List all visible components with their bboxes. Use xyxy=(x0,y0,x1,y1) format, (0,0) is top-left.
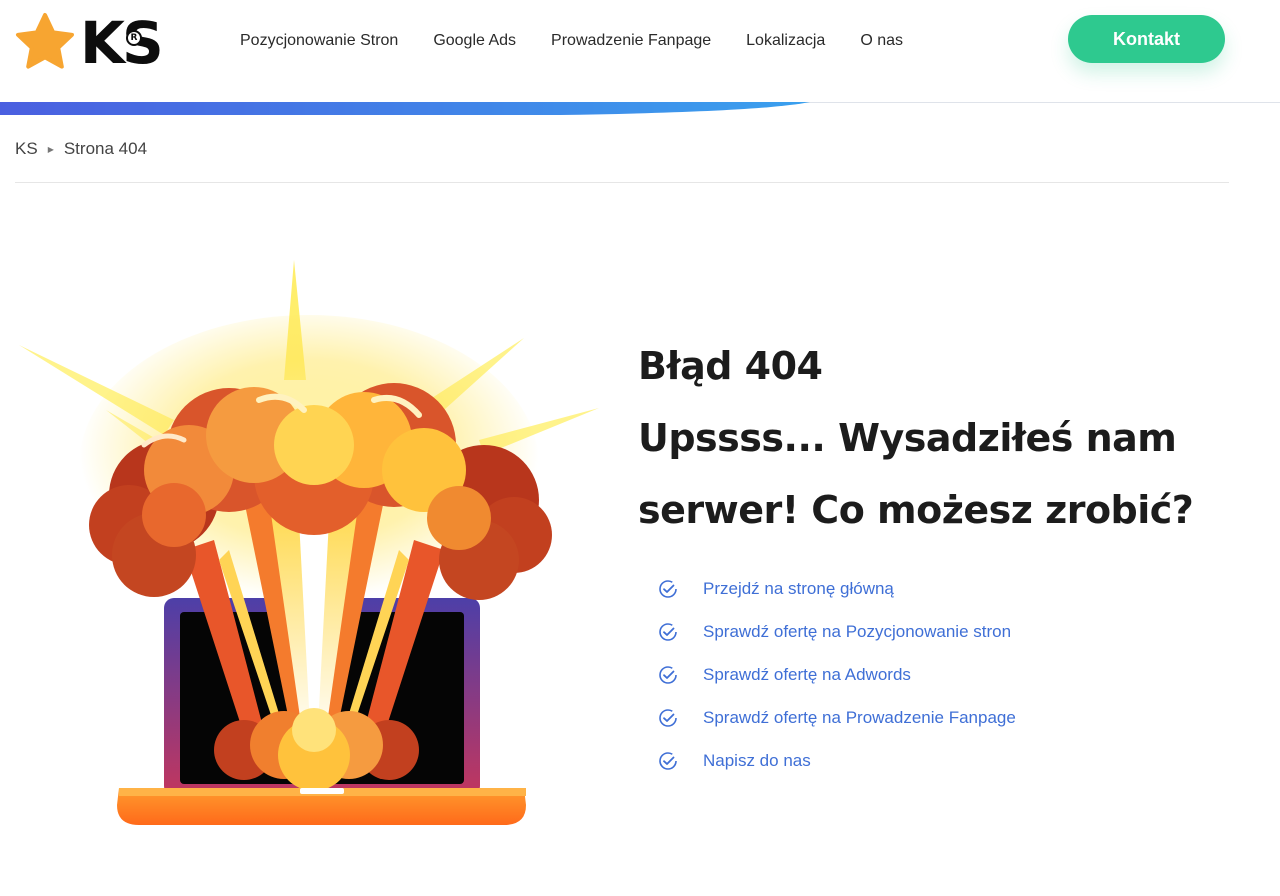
check-circle-icon xyxy=(659,666,677,684)
triangle-right-icon: ▶ xyxy=(47,144,54,154)
link-fanpage[interactable]: Sprawdź ofertę na Prowadzenie Fanpage xyxy=(703,708,1016,728)
breadcrumb-home[interactable]: KS xyxy=(15,139,38,159)
link-home[interactable]: Przejdź na stronę główną xyxy=(703,579,894,599)
list-item: Przejdź na stronę główną xyxy=(658,568,1258,611)
error-message-line1: Upssss... Wysadziłeś nam xyxy=(638,416,1177,460)
logo-link[interactable]: KS R xyxy=(14,12,194,74)
check-circle-icon xyxy=(659,623,677,641)
error-code: Błąd 404 xyxy=(638,344,823,388)
link-pozycjonowanie[interactable]: Sprawdź ofertę na Pozycjonowanie stron xyxy=(703,622,1011,642)
check-circle-icon xyxy=(659,580,677,599)
error-title: Błąd 404 Upssss... Wysadziłeś nam serwer… xyxy=(638,330,1258,546)
main-nav: Pozycjonowanie Stron Google Ads Prowadze… xyxy=(240,28,938,54)
breadcrumb: KS ▶ Strona 404 xyxy=(15,138,147,160)
check-circle-icon xyxy=(659,751,677,770)
nav-item-o-nas[interactable]: O nas xyxy=(860,32,903,50)
list-item: Sprawdź ofertę na Prowadzenie Fanpage xyxy=(658,696,1258,739)
suggestion-list: Przejdź na stronę główną Sprawdź ofertę … xyxy=(658,568,1258,782)
list-item: Sprawdź ofertę na Pozycjonowanie stron xyxy=(658,611,1258,654)
link-adwords[interactable]: Sprawdź ofertę na Adwords xyxy=(703,665,911,685)
list-item: Napisz do nas xyxy=(658,739,1258,782)
laptop-base xyxy=(117,788,526,825)
header-gradient-bar xyxy=(0,102,1280,115)
nav-item-pozycjonowanie[interactable]: Pozycjonowanie Stron xyxy=(240,32,398,50)
site-header: KS R Pozycjonowanie Stron Google Ads Pro… xyxy=(0,0,1280,115)
logo-text: KS R xyxy=(80,9,164,77)
breadcrumb-current: Strona 404 xyxy=(63,139,148,158)
error-content: Błąd 404 Upssss... Wysadziłeś nam serwer… xyxy=(638,330,1258,782)
nav-item-lokalizacja[interactable]: Lokalizacja xyxy=(746,32,825,50)
star-icon xyxy=(16,13,74,69)
contact-button[interactable]: Kontakt xyxy=(1068,15,1225,63)
error-message-line2: serwer! Co możesz zrobić? xyxy=(638,488,1194,532)
page: KS R Pozycjonowanie Stron Google Ads Pro… xyxy=(0,0,1280,896)
link-contact[interactable]: Napisz do nas xyxy=(703,751,811,771)
base-explosion xyxy=(214,708,419,791)
nav-item-fanpage[interactable]: Prowadzenie Fanpage xyxy=(551,32,711,50)
nav-item-google-ads[interactable]: Google Ads xyxy=(433,32,516,50)
breadcrumb-divider xyxy=(15,182,1229,183)
exploding-laptop-illustration xyxy=(19,260,599,825)
registered-mark: R xyxy=(126,30,142,46)
check-circle-icon xyxy=(659,708,677,727)
list-item: Sprawdź ofertę na Adwords xyxy=(658,654,1258,697)
